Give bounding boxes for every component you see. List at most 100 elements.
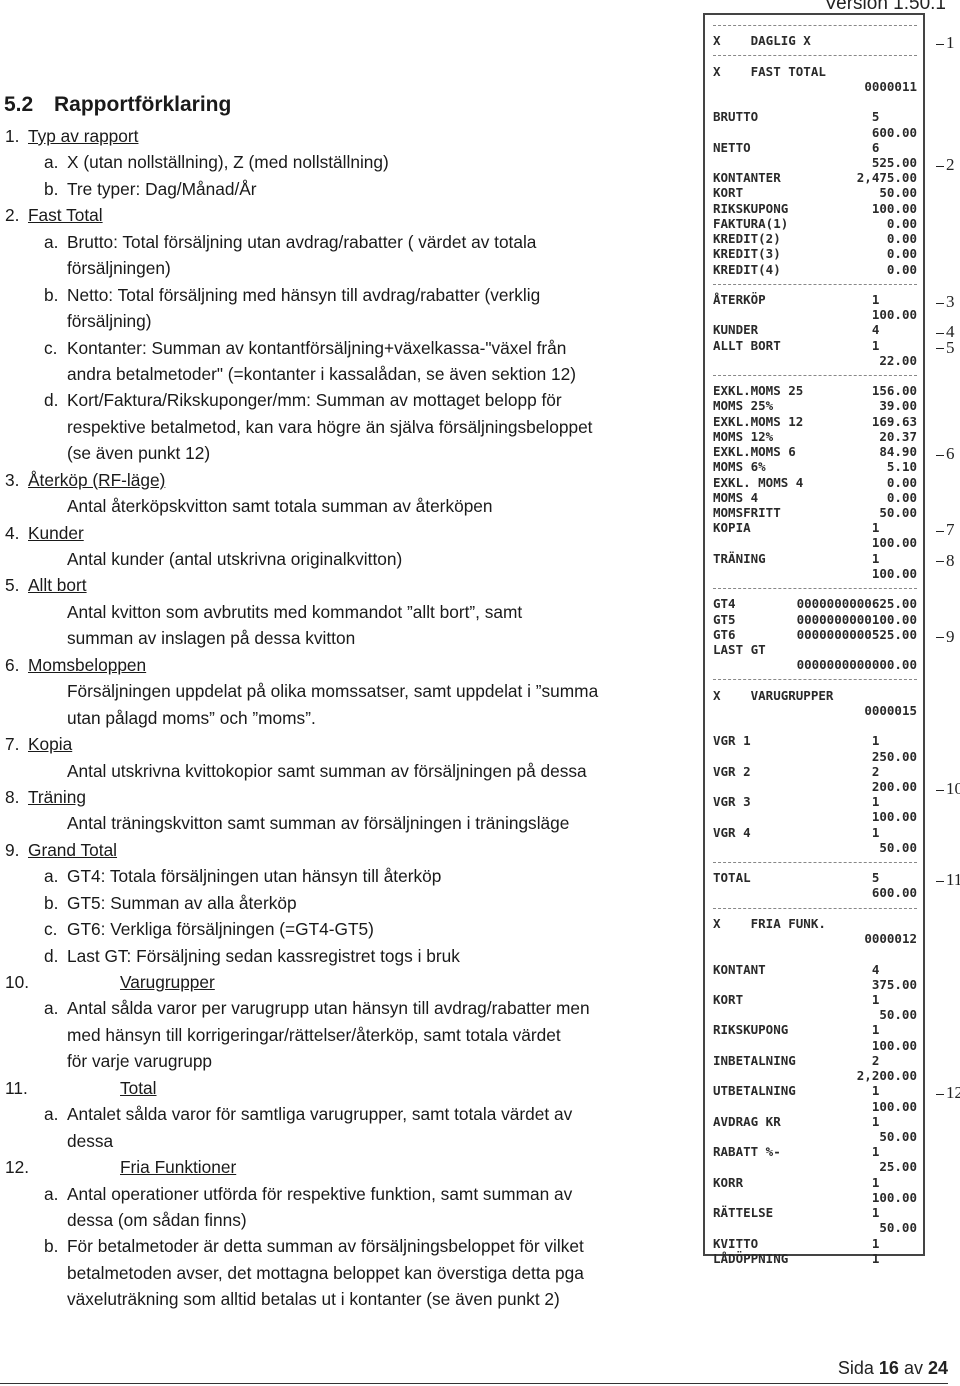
list-line: summan av inslagen på dessa kvitton: [0, 625, 690, 651]
receipt-value: 100.00: [871, 307, 917, 323]
list-line: dessa (om sådan finns): [0, 1207, 690, 1233]
item-number: 7.: [5, 734, 20, 755]
receipt-value: 0000015: [864, 702, 917, 718]
receipt-separator: [713, 48, 917, 63]
receipt-value: 1: [871, 291, 917, 307]
item-text: Antal kunder (antal utskrivna originalkv…: [67, 549, 403, 569]
receipt-value: 0.00: [886, 231, 917, 247]
receipt-value: 2,475.00: [856, 170, 917, 186]
receipt-value: 5: [871, 109, 917, 125]
receipt-row: LÅDÖPPNING 1: [713, 1251, 917, 1266]
receipt-row: 50.00: [713, 1129, 917, 1144]
receipt-row: KORT 50.00: [713, 185, 917, 200]
receipt-value: 20.37: [879, 428, 917, 444]
receipt-row: 100.00: [713, 1099, 917, 1114]
list-line: Antal utskrivna kvittokopior samt summan…: [0, 758, 690, 784]
callout-marker: 5: [936, 338, 955, 355]
receipt-row: TRÄNING 1 8: [713, 550, 955, 569]
item-text: Antal operationer utförda för respektive…: [67, 1183, 573, 1204]
item-heading: Fast Total: [28, 205, 103, 226]
item-text: För betalmetoder är detta summan av förs…: [67, 1236, 584, 1257]
receipt-label: KOPIA: [713, 520, 751, 536]
receipt-value: 1: [871, 520, 917, 536]
receipt-label: FAKTURA(1): [713, 215, 789, 231]
receipt-label: EXKL.MOMS 12: [713, 413, 804, 429]
callout-marker: 2: [936, 156, 955, 173]
item-text: Antal återköpskvitton samt totala summan…: [67, 496, 493, 517]
section-heading: 5.2 Rapportförklaring: [4, 93, 231, 117]
item-letter: a.: [44, 152, 59, 173]
receipt-separator: [713, 18, 917, 33]
receipt-row: KREDIT(3) 0.00: [713, 246, 917, 261]
receipt-row: 100.00: [713, 1190, 917, 1205]
item-text: (se även punkt 12): [67, 443, 211, 464]
receipt-row: GT5 0000000000100.00: [713, 612, 917, 627]
receipt-row: RABATT %- 1: [713, 1144, 917, 1159]
item-text: Antal sålda varor per varugrupp utan hän…: [67, 998, 590, 1019]
receipt-row: VGR 3 1: [713, 794, 917, 809]
receipt-label: UTBETALNING: [713, 1083, 796, 1099]
receipt-value: 525.00: [871, 154, 917, 170]
receipt-value: 1: [871, 550, 917, 566]
receipt-row: 100.00: [713, 566, 917, 581]
section-title: Rapportförklaring: [54, 93, 232, 116]
callout-marker: 3: [936, 293, 955, 310]
receipt-label: EXKL. MOMS 4: [713, 474, 804, 490]
item-text: GT4: Totala försäljningen utan hänsyn ti…: [67, 866, 442, 887]
receipt-label: VGR 4: [713, 824, 751, 840]
receipt-row: 250.00: [713, 749, 917, 764]
list-line: 1. Typ av rapport: [0, 123, 690, 149]
receipt-label: KVITTO: [713, 1235, 759, 1251]
receipt-value: 1: [871, 992, 917, 1007]
item-heading: Varugrupper: [120, 972, 215, 992]
receipt-row: MOMS 6% 5.10: [713, 459, 917, 474]
receipt-label: AVDRAG KR: [713, 1113, 781, 1129]
receipt-row: LAST GT: [713, 642, 917, 657]
list-line: andra betalmetoder" (=kontanter i kassal…: [0, 361, 690, 387]
list-line: 3. Återköp (RF-läge): [0, 467, 690, 493]
callout-marker: 7: [936, 521, 955, 538]
callout-marker: 9: [936, 628, 955, 645]
receipt-row: 100.00: [713, 307, 917, 322]
list-line: 9. Grand Total: [0, 837, 690, 863]
receipt-label: GT5: [713, 611, 736, 627]
item-text: GT5: Summan av alla återköp: [67, 892, 297, 913]
receipt-row: KREDIT(2) 0.00: [713, 231, 917, 246]
receipt-row: AVDRAG KR 1: [713, 1114, 917, 1129]
receipt-row: VGR 4 1: [713, 825, 917, 840]
item-text: Netto: Total försäljning med hänsyn till…: [67, 284, 541, 305]
item-letter: d.: [44, 945, 59, 966]
receipt-separator: [713, 672, 917, 687]
list-line: b. GT5: Summan av alla återköp: [0, 890, 690, 916]
page-number: 16: [878, 1358, 899, 1378]
callout-marker: 8: [936, 552, 955, 569]
item-text: Antalet sålda varor för samtliga varugru…: [67, 1104, 573, 1125]
receipt-value: 0000012: [864, 931, 917, 947]
receipt-value: 0.00: [886, 246, 917, 262]
receipt-label: X VARUGRUPPER: [713, 687, 834, 703]
receipt-value: 0.00: [886, 489, 917, 505]
receipt-row: KVITTO 1: [713, 1236, 917, 1251]
receipt-row: KOPIA 1 7: [713, 520, 955, 538]
receipt-row: 0000000000000.00: [713, 657, 917, 672]
receipt-value: 2,200.00: [856, 1068, 917, 1084]
item-text: dessa: [67, 1130, 114, 1151]
receipt-value: 375.00: [871, 976, 917, 992]
receipt-label: MOMS 12%: [713, 428, 774, 444]
callout-marker: 11: [936, 871, 960, 888]
receipt-value: 1: [871, 1250, 917, 1266]
receipt-value: 50.00: [879, 1007, 917, 1023]
receipt-row: [713, 718, 917, 733]
receipt-label: VGR 2: [713, 763, 751, 779]
receipt-label: MOMS 4: [713, 489, 759, 505]
receipt-value: 1: [871, 733, 917, 749]
item-heading: Grand Total: [28, 839, 118, 860]
receipt-value: 1: [871, 1205, 917, 1221]
receipt-row: BRUTTO 5: [713, 109, 917, 124]
list-line: a. Antal sålda varor per varugrupp utan h…: [0, 995, 690, 1021]
list-line: 6. Momsbeloppen: [0, 652, 690, 678]
receipt-label: RIKSKUPONG: [713, 200, 789, 216]
list-line: c. Kontanter: Summan av kontantförsäljnin…: [0, 335, 690, 361]
list-line: 4. Kunder: [0, 520, 690, 546]
item-letter: c.: [44, 337, 58, 358]
